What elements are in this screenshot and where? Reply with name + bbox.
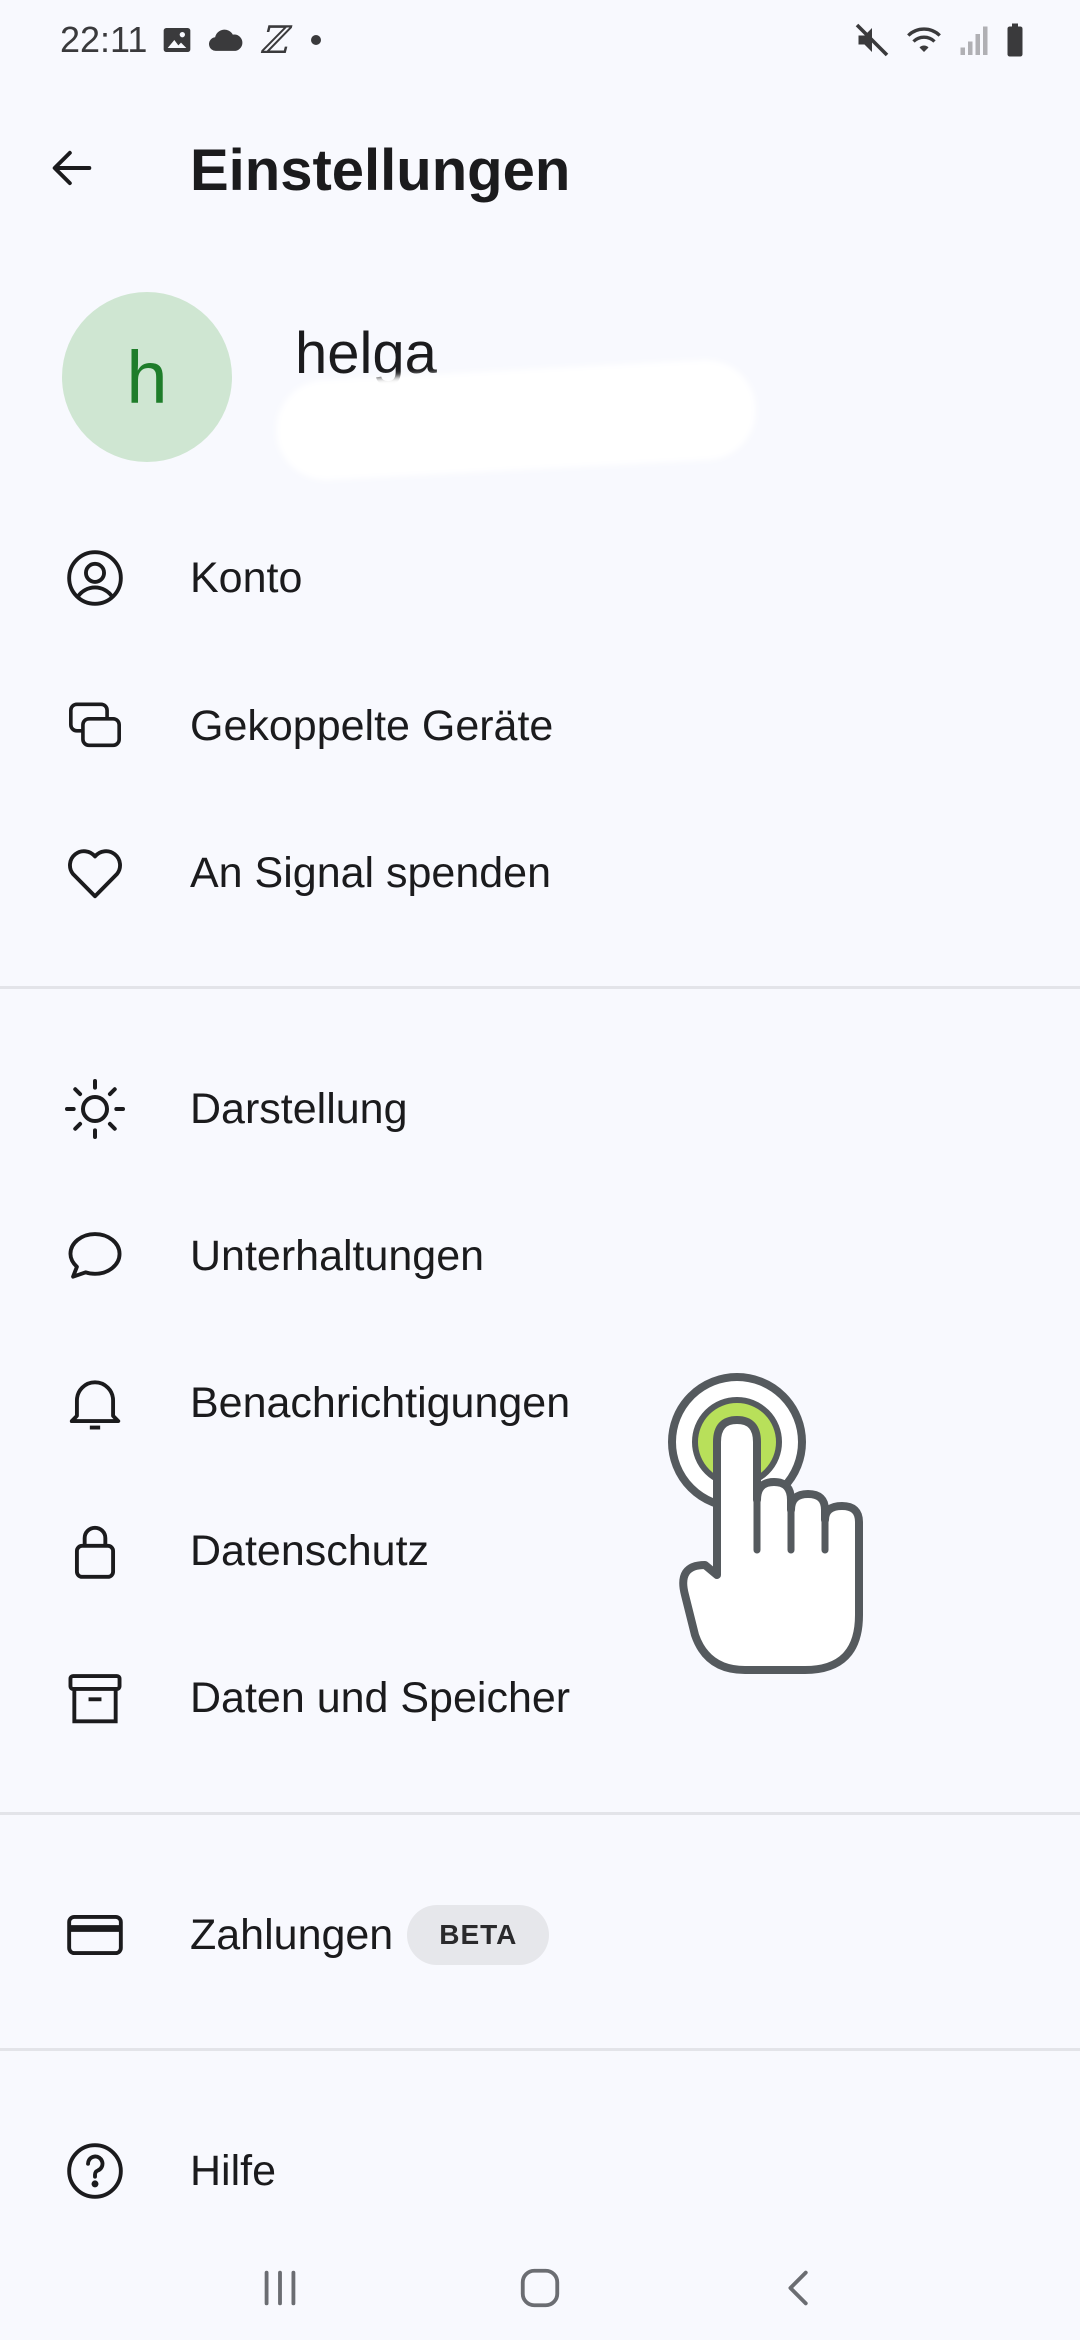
account-icon [60, 543, 130, 613]
recent-apps-icon [257, 2265, 303, 2316]
recent-apps-button[interactable] [240, 2250, 320, 2330]
lock-icon [60, 1516, 130, 1586]
menu-item-appearance[interactable]: Darstellung [0, 1036, 1080, 1182]
heart-icon [60, 838, 130, 908]
menu-label-data-storage: Daten und Speicher [190, 1673, 571, 1722]
home-button[interactable] [500, 2250, 580, 2330]
menu-label-help: Hilfe [190, 2146, 277, 2195]
toolbar: Einstellungen [0, 110, 1080, 230]
system-back-button[interactable] [760, 2250, 840, 2330]
system-nav-bar [0, 2240, 1080, 2340]
menu-item-konto[interactable]: Konto [0, 505, 1080, 651]
page-title: Einstellungen [190, 137, 571, 203]
menu-label-payments: Zahlungen [190, 1910, 394, 1959]
notification-dot [311, 35, 322, 45]
cloud-icon [207, 24, 245, 56]
z-app-icon: ℤ [259, 18, 288, 62]
menu-label-konto: Konto [190, 553, 303, 602]
signal-icon [958, 22, 990, 58]
card-icon [60, 1900, 130, 1970]
help-icon [60, 2136, 130, 2206]
status-left: 22:11 ℤ [60, 18, 322, 62]
menu-label-appearance: Darstellung [190, 1084, 408, 1133]
archive-icon [60, 1663, 130, 1733]
menu-item-payments[interactable]: Zahlungen BETA [0, 1862, 1080, 2008]
menu-label-notifications: Benachrichtigungen [190, 1378, 571, 1427]
sun-icon [60, 1074, 130, 1144]
back-icon [777, 2265, 823, 2316]
image-icon [161, 24, 193, 56]
linked-devices-icon [60, 691, 130, 761]
menu-item-donate[interactable]: An Signal spenden [0, 800, 1080, 946]
avatar-letter: h [126, 335, 168, 419]
menu-item-notifications[interactable]: Benachrichtigungen [0, 1330, 1080, 1476]
menu-item-help[interactable]: Hilfe [0, 2098, 1080, 2244]
menu-label-chats: Unterhaltungen [190, 1231, 485, 1280]
menu-label-linked-devices: Gekoppelte Geräte [190, 701, 554, 750]
mute-icon [854, 22, 890, 58]
section-divider [0, 2048, 1080, 2051]
arrow-left-icon [46, 142, 98, 199]
status-right [854, 22, 1026, 58]
chat-bubble-icon [60, 1221, 130, 1291]
back-button[interactable] [12, 110, 132, 230]
beta-badge: BETA [407, 1905, 550, 1965]
menu-item-data-storage[interactable]: Daten und Speicher [0, 1625, 1080, 1771]
menu-label-donate: An Signal spenden [190, 848, 552, 897]
menu-item-chats[interactable]: Unterhaltungen [0, 1183, 1080, 1329]
battery-icon [1004, 22, 1026, 58]
status-bar: 22:11 ℤ [0, 0, 1080, 80]
status-time: 22:11 [60, 19, 148, 60]
avatar[interactable]: h [62, 292, 232, 462]
tap-hand-icon [665, 1370, 905, 1690]
wifi-icon [904, 22, 944, 58]
section-divider [0, 1812, 1080, 1815]
menu-item-privacy[interactable]: Datenschutz [0, 1478, 1080, 1624]
section-divider [0, 986, 1080, 989]
home-icon [517, 2265, 563, 2316]
bell-icon [60, 1368, 130, 1438]
menu-item-linked-devices[interactable]: Gekoppelte Geräte [0, 653, 1080, 799]
menu-label-privacy: Datenschutz [190, 1526, 430, 1575]
